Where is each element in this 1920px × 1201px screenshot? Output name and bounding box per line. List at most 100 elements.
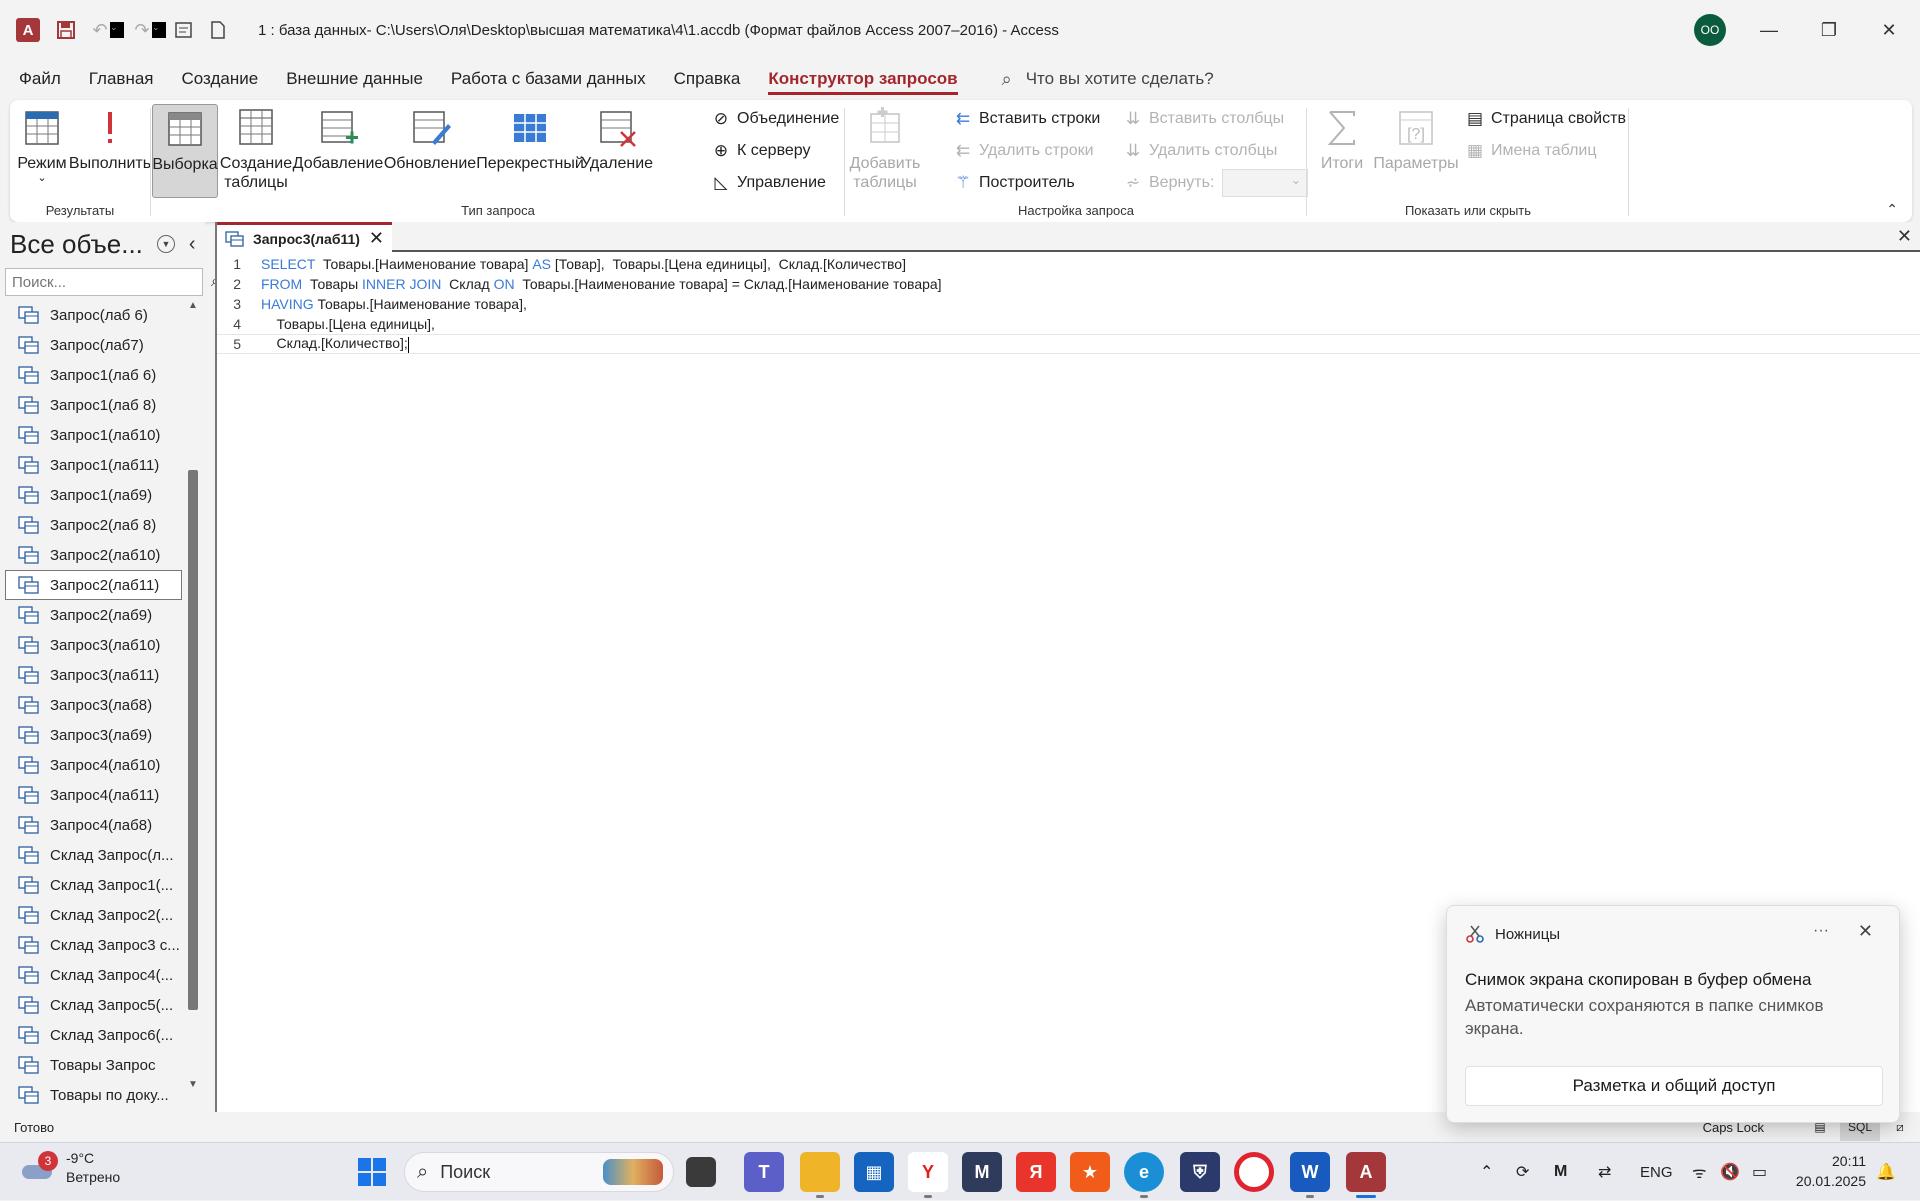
tab-home[interactable]: Главная [75,60,168,98]
battery-icon[interactable]: ▭ [1752,1143,1767,1201]
builder-button[interactable]: ⚚ Построитель [952,170,1074,196]
yandex-music-icon[interactable]: M [962,1152,1002,1192]
nav-object-item[interactable]: Запрос4(лаб8) [0,810,185,840]
access-taskbar-icon[interactable]: A [1346,1152,1386,1198]
microsoft-store-icon[interactable]: ▦ [854,1152,894,1192]
select-query-button[interactable]: Выборка [152,104,218,198]
delete-query-button[interactable]: Удаление [581,104,653,198]
restore-icon[interactable]: ❐ [1800,0,1858,60]
collapse-ribbon-icon[interactable]: ⌃ [1886,201,1898,218]
nav-object-item[interactable]: Запрос(лаб7) [0,330,185,360]
undo-dropdown-icon[interactable]: ⌄ [110,22,124,38]
scroll-down-icon[interactable]: ▼ [188,1079,198,1090]
notification-bell-icon[interactable]: 🔔 [1876,1143,1896,1201]
nav-object-item[interactable]: Склад Запрос6(... [0,1020,185,1050]
nav-object-item[interactable]: Запрос1(лаб 8) [0,390,185,420]
scroll-thumb[interactable] [188,470,198,1010]
tab-database-tools[interactable]: Работа с базами данных [437,60,660,98]
nav-object-item[interactable]: Запрос4(лаб10) [0,750,185,780]
taskbar-search[interactable]: ⌕ Поиск [404,1152,674,1192]
union-query-button[interactable]: ⊘ Объединение [710,106,839,132]
nav-object-item[interactable]: Запрос3(лаб9) [0,720,185,750]
nav-object-item[interactable]: Товары по доку... [0,1080,185,1110]
data-definition-button[interactable]: ◺ Управление [710,170,826,196]
parameters-button[interactable]: [?] Параметры [1373,104,1459,198]
nav-object-item[interactable]: Запрос2(лаб 8) [0,510,185,540]
nav-object-item[interactable]: Запрос2(лаб11) [5,570,182,600]
nav-object-item[interactable]: Товары Запрос [0,1050,185,1080]
table-names-button[interactable]: ▦ Имена таблиц [1464,138,1597,164]
close-tab-icon[interactable]: ✕ [369,228,384,249]
document-tab[interactable]: Запрос3(лаб11) ✕ [217,222,392,252]
save-icon[interactable] [50,14,82,46]
add-tables-button[interactable]: Добавить таблицы [850,104,920,198]
nav-scrollbar[interactable]: ▲ ▼ [186,300,200,1090]
volume-muted-icon[interactable]: 🔇 [1720,1143,1740,1201]
yandex-browser-icon[interactable]: Y [908,1152,948,1198]
return-select[interactable] [1222,169,1309,197]
nav-object-item[interactable]: Склад Запрос(л... [0,840,185,870]
view-mode-button[interactable]: Режим ⌄ [14,104,70,198]
nav-object-item[interactable]: Склад Запрос5(... [0,990,185,1020]
more-options-icon[interactable]: ··· [1813,922,1829,940]
teams-icon[interactable]: T [744,1152,784,1192]
insert-rows-button[interactable]: ⇇ Вставить строки [952,106,1100,132]
append-query-button[interactable]: Добавление [293,104,383,198]
edge-icon[interactable]: e [1124,1152,1164,1198]
clock[interactable]: 20:11 20.01.2025 [1786,1151,1866,1191]
new-file-icon[interactable] [202,14,234,46]
nav-object-item[interactable]: Запрос3(лаб11) [0,660,185,690]
access-app-icon[interactable]: A [16,18,40,42]
sync-icon[interactable]: ⟳ [1516,1143,1529,1201]
make-table-button[interactable]: Создание таблицы [220,104,292,198]
yandex-icon[interactable]: Я [1016,1152,1056,1192]
word-icon[interactable]: W [1290,1152,1330,1198]
settings-tray-icon[interactable]: ⇄ [1598,1143,1611,1201]
scroll-up-icon[interactable]: ▲ [188,300,198,311]
language-indicator[interactable]: ENG [1640,1143,1673,1201]
nav-object-item[interactable]: Запрос3(лаб10) [0,630,185,660]
minimize-icon[interactable]: — [1740,0,1798,60]
tab-external-data[interactable]: Внешние данные [272,60,437,98]
form-icon[interactable] [168,14,200,46]
nav-dropdown-icon[interactable]: ▼ [156,235,175,253]
nav-object-item[interactable]: Запрос4(лаб11) [0,780,185,810]
start-windows-icon[interactable] [352,1152,392,1192]
nav-object-item[interactable]: Склад Запрос4(... [0,960,185,990]
weather-widget[interactable]: 3 -9°C Ветрено [20,1149,120,1187]
file-explorer-icon[interactable] [800,1152,840,1198]
sql-line[interactable]: 1 SELECT Товары.[Наименование товара] AS … [217,254,1920,274]
insert-columns-button[interactable]: ⇊ Вставить столбцы [1122,106,1284,132]
sql-line[interactable]: 3 HAVING Товары.[Наименование товара], [217,294,1920,314]
nav-object-item[interactable]: Запрос1(лаб10) [0,420,185,450]
sql-line[interactable]: 2 FROM Товары INNER JOIN Склад ON Товары.… [217,274,1920,294]
nav-object-item[interactable]: Склад Запрос3 с... [0,930,185,960]
nav-object-item[interactable]: Запрос3(лаб8) [0,690,185,720]
nav-object-item[interactable]: Склад Запрос2(... [0,900,185,930]
sql-line[interactable]: 4 Товары.[Цена единицы], [217,314,1920,334]
task-view-icon[interactable] [686,1157,716,1187]
crosstab-query-button[interactable]: Перекрестный [476,104,584,198]
nav-object-item[interactable]: Запрос1(лаб9) [0,480,185,510]
redo-dropdown-icon[interactable]: ⌄ [152,22,166,38]
nav-title[interactable]: Все объе... [10,229,143,260]
run-button[interactable]: Выполнить [69,104,151,198]
nav-search-input[interactable] [6,273,211,291]
nav-object-item[interactable]: Запрос2(лаб9) [0,600,185,630]
music-tray-icon[interactable]: M [1554,1143,1567,1201]
tab-help[interactable]: Справка [660,60,755,98]
delete-columns-button[interactable]: ⇊ Удалить столбцы [1122,138,1278,164]
tab-query-design[interactable]: Конструктор запросов [754,60,971,98]
tab-create[interactable]: Создание [168,60,273,98]
close-document-icon[interactable]: ✕ [1897,226,1912,247]
nav-object-item[interactable]: Склад Запрос1(... [0,870,185,900]
nav-object-item[interactable]: Запрос(лаб 6) [0,300,185,330]
wifi-icon[interactable]: ᯤ [1692,1143,1707,1201]
update-query-button[interactable]: Обновление [384,104,476,198]
security-shield-icon[interactable]: ⛨ [1180,1152,1220,1192]
collapse-nav-icon[interactable]: ‹ [189,233,196,256]
tab-file[interactable]: Файл [5,60,75,98]
show-hidden-icons[interactable]: ⌃ [1480,1143,1493,1201]
close-window-icon[interactable]: ✕ [1860,0,1918,60]
markup-share-button[interactable]: Разметка и общий доступ [1465,1066,1883,1106]
